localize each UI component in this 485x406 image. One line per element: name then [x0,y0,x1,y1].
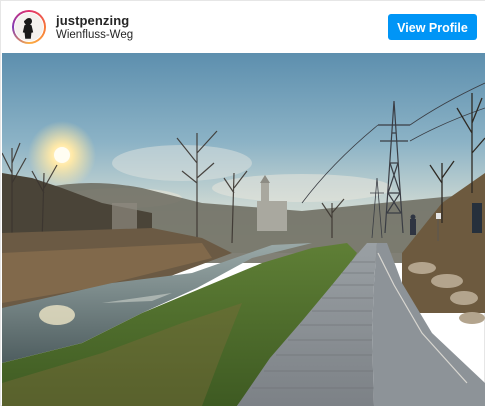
view-profile-button[interactable]: View Profile [388,14,477,40]
profile-avatar-ring[interactable] [12,10,46,44]
post-header: justpenzing Wienfluss-Weg View Profile [1,1,485,53]
avatar[interactable] [14,12,44,42]
landscape-photo-icon [2,53,485,406]
instagram-post-card: justpenzing Wienfluss-Weg View Profile [0,0,485,406]
post-image[interactable] [2,53,485,406]
person-silhouette-icon [15,13,43,41]
location-link[interactable]: Wienfluss-Weg [56,29,133,41]
username[interactable]: justpenzing [56,13,129,28]
